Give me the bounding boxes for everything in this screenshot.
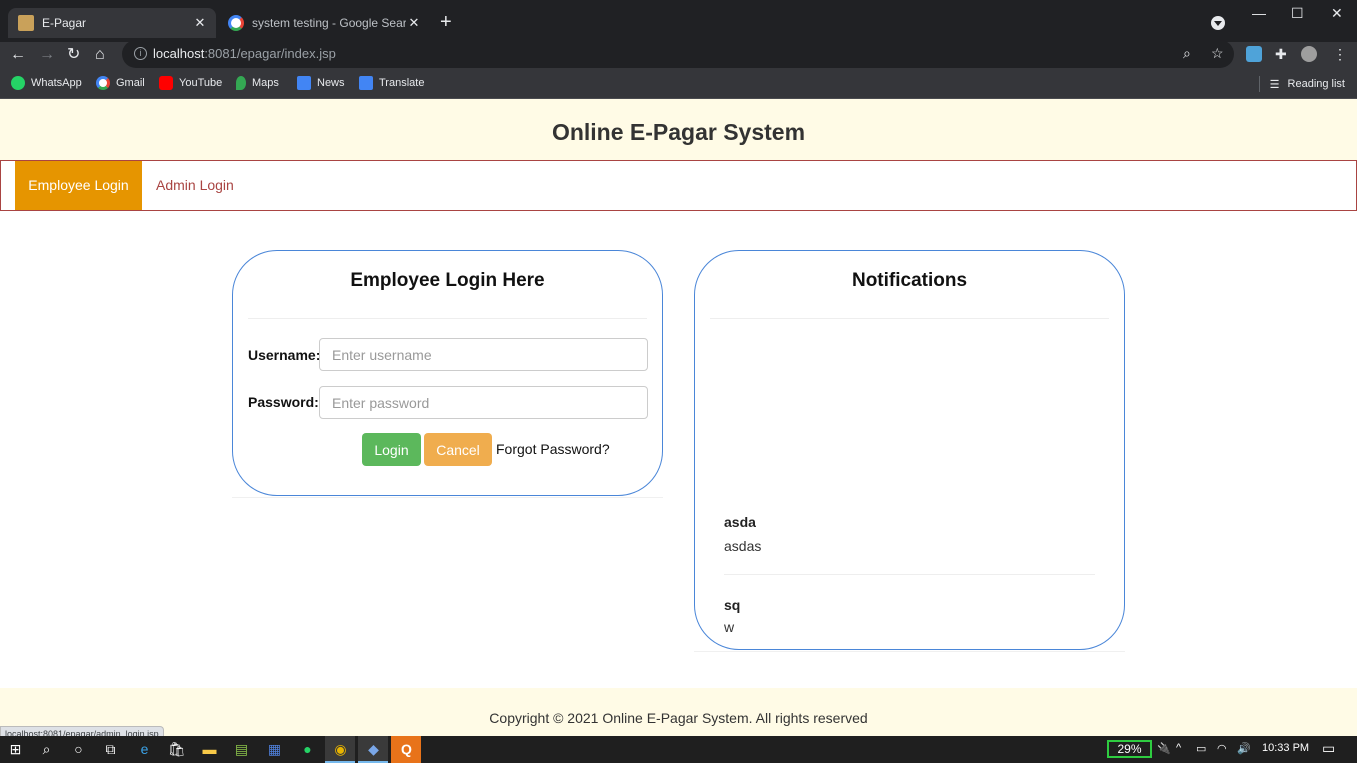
notifications-heading: Notifications: [851, 270, 968, 291]
browser-toolbar: ← → ↻ ⌂ i localhost:8081/epagar/index.js…: [0, 40, 1357, 68]
reading-list-icon: ☰: [1269, 78, 1280, 91]
forward-icon[interactable]: →: [39, 44, 55, 66]
notification-title: sq: [724, 597, 741, 613]
divider: [710, 318, 1109, 319]
tab-google-search[interactable]: system testing - Google Search ✕: [218, 8, 430, 38]
bookmark-translate[interactable]: Translate: [359, 76, 424, 90]
puzzle-icon[interactable]: ✚: [1275, 46, 1291, 62]
reload-icon[interactable]: ↻: [67, 44, 80, 66]
site-header: Online E-Pagar System: [0, 99, 1357, 160]
login-button[interactable]: Login: [362, 433, 421, 466]
translate-icon: [359, 76, 373, 90]
epagar-favicon-icon: [18, 15, 34, 31]
battery-icon[interactable]: ▭: [1196, 742, 1206, 755]
reading-list[interactable]: ☰ Reading list: [1258, 76, 1345, 92]
tab-search-icon[interactable]: [1211, 16, 1225, 30]
browser-tab-bar: E-Pagar ✕ system testing - Google Search…: [0, 0, 1357, 42]
notepad-plus-icon[interactable]: ▤: [233, 741, 250, 758]
windows-taskbar: ⊞ ⌕ ○ ⧉ e 🛍 ▬ ▤ ▦ ● ◉ ◆ Q 29% 🔌 ^ ▭ ◠ 🔊 …: [0, 736, 1357, 763]
chrome-taskbar-button[interactable]: ◉: [325, 736, 355, 763]
clock-time[interactable]: 10:33 PM: [1262, 742, 1309, 754]
bookmark-whatsapp[interactable]: WhatsApp: [11, 76, 82, 90]
q-app-icon: Q: [401, 741, 412, 757]
nav-employee-login[interactable]: Employee Login: [15, 161, 142, 210]
new-tab-icon[interactable]: +: [440, 12, 452, 32]
page-title: Online E-Pagar System: [551, 119, 806, 145]
bookmark-star-icon[interactable]: ☆: [1211, 45, 1224, 62]
edge-icon[interactable]: e: [136, 741, 153, 758]
battery-indicator[interactable]: 29%: [1107, 740, 1152, 758]
chevron-up-icon[interactable]: ^: [1176, 742, 1181, 754]
profile-avatar[interactable]: [1301, 46, 1317, 62]
divider: [248, 318, 647, 319]
google-icon: [96, 76, 110, 90]
whatsapp-icon: [11, 76, 25, 90]
close-icon[interactable]: ✕: [192, 15, 208, 31]
site-footer: Copyright © 2021 Online E-Pagar System. …: [0, 688, 1357, 736]
back-icon[interactable]: ←: [10, 44, 26, 66]
maps-icon: [236, 76, 246, 90]
youtube-icon: [159, 76, 173, 90]
app-taskbar-button[interactable]: ◆: [358, 736, 388, 763]
nav-admin-login[interactable]: Admin Login: [142, 161, 248, 210]
notification-center-icon[interactable]: ▭: [1322, 740, 1335, 757]
status-url-bubble: localhost:8081/epagar/admin_login.jsp: [0, 726, 164, 736]
notification-body: w: [724, 619, 735, 635]
cancel-button[interactable]: Cancel: [424, 433, 492, 466]
tab-title: E-Pagar: [42, 16, 87, 30]
plug-icon[interactable]: 🔌: [1157, 742, 1171, 755]
cortana-icon[interactable]: ○: [70, 741, 87, 758]
windows-start-icon[interactable]: ⊞: [7, 741, 24, 758]
address-bar[interactable]: i localhost:8081/epagar/index.jsp ⌕ ☆: [122, 40, 1234, 68]
forgot-password-link[interactable]: Forgot Password?: [496, 441, 610, 457]
username-label: Username:: [248, 347, 321, 363]
task-view-icon[interactable]: ⧉: [102, 741, 119, 758]
file-explorer-icon[interactable]: ▬: [201, 741, 218, 758]
site-nav: Employee Login Admin Login: [0, 160, 1357, 211]
home-icon[interactable]: ⌂: [95, 44, 105, 66]
tab-title: system testing - Google Search: [252, 16, 406, 30]
volume-icon[interactable]: 🔊: [1237, 742, 1251, 755]
bookmark-gmail[interactable]: Gmail: [96, 76, 145, 90]
password-label: Password:: [248, 394, 319, 410]
zoom-icon[interactable]: ⌕: [1183, 45, 1191, 62]
url-text: localhost:8081/epagar/index.jsp: [153, 46, 336, 61]
qt-taskbar-button[interactable]: Q: [391, 736, 421, 763]
login-panel: Employee Login Here Username: Password: …: [232, 250, 663, 496]
whatsapp-icon[interactable]: ●: [299, 741, 316, 758]
login-heading: Employee Login Here: [350, 270, 545, 291]
divider: [1258, 76, 1260, 92]
notification-title: asda: [724, 514, 756, 530]
menu-kebab-icon[interactable]: ⋮: [1333, 46, 1349, 62]
bookmark-maps[interactable]: Maps: [236, 76, 279, 90]
close-icon[interactable]: ✕: [406, 15, 422, 31]
notification-body: asdas: [724, 538, 762, 554]
extension-icon[interactable]: [1246, 46, 1262, 62]
wifi-icon[interactable]: ◠: [1217, 742, 1227, 755]
divider: [724, 574, 1095, 575]
divider: [232, 497, 663, 498]
username-input[interactable]: [319, 338, 648, 371]
app-icon: ◆: [368, 741, 379, 757]
google-favicon-icon: [228, 15, 244, 31]
search-icon[interactable]: ⌕: [38, 741, 55, 758]
password-input[interactable]: [319, 386, 648, 419]
bookmark-youtube[interactable]: YouTube: [159, 76, 222, 90]
divider: [694, 651, 1125, 652]
bookmarks-bar: WhatsApp Gmail YouTube Maps News Transla…: [0, 68, 1357, 99]
maximize-icon[interactable]: ☐: [1291, 5, 1304, 22]
window-close-icon[interactable]: ✕: [1331, 5, 1343, 22]
chrome-icon: ◉: [334, 741, 347, 757]
bookmark-news[interactable]: News: [297, 76, 345, 90]
site-info-icon[interactable]: i: [134, 47, 147, 60]
news-icon: [297, 76, 311, 90]
word-icon[interactable]: ▦: [266, 741, 283, 758]
tab-epagar[interactable]: E-Pagar ✕: [8, 8, 216, 38]
notifications-panel: Notifications asda asdas sq w: [694, 250, 1125, 650]
minimize-icon[interactable]: —: [1252, 5, 1266, 21]
store-icon[interactable]: 🛍: [168, 741, 186, 758]
